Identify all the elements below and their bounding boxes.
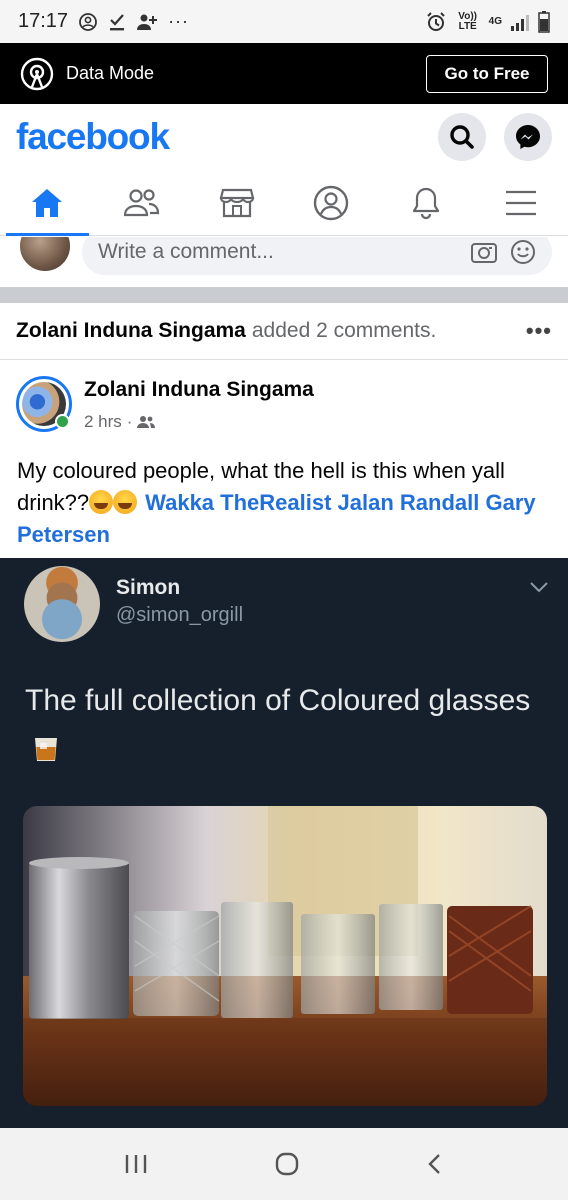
home-icon	[32, 188, 63, 217]
status-more: ···	[168, 11, 190, 31]
app-header: facebook	[0, 104, 568, 170]
battery-icon	[538, 10, 550, 33]
account-circle-icon	[78, 12, 98, 32]
activity-user-link[interactable]: Zolani Induna Singama	[16, 319, 246, 343]
search-icon	[450, 125, 474, 149]
more-options-button[interactable]: •••	[526, 318, 552, 344]
facebook-logo[interactable]: facebook	[16, 116, 170, 158]
tweet-avatar	[24, 566, 100, 642]
main-nav	[0, 170, 568, 236]
marketplace-icon	[219, 188, 255, 217]
post-meta: 2 hrs ·	[84, 412, 156, 432]
status-bar: 17:17 ··· Vo)) LTE 4G	[0, 0, 568, 43]
download-done-icon	[108, 12, 126, 32]
glasses-photo	[23, 806, 547, 1106]
tab-notifications[interactable]	[379, 170, 474, 235]
tweet-body: The full collection of Coloured glasses	[25, 684, 531, 717]
tweet-text: The full collection of Coloured glasses	[25, 676, 545, 776]
emoji-icon[interactable]	[510, 239, 536, 265]
messenger-icon	[516, 125, 540, 149]
tweet-handle: @simon_orgill	[116, 604, 244, 626]
menu-icon	[505, 190, 536, 215]
tab-friends[interactable]	[95, 170, 190, 235]
bell-icon	[412, 187, 440, 219]
comment-row: Write a comment...	[0, 237, 568, 287]
activity-header: Zolani Induna Singama added 2 comments. …	[0, 303, 568, 360]
post-header: Zolani Induna Singama 2 hrs ·	[0, 361, 568, 445]
activity-text: added 2 comments.	[251, 319, 437, 342]
data-mode-icon	[20, 57, 54, 91]
comment-placeholder: Write a comment...	[98, 240, 274, 263]
post-author-name[interactable]: Zolani Induna Singama	[84, 378, 314, 402]
recent-apps-icon[interactable]	[123, 1153, 149, 1175]
data-mode-banner: Data Mode Go to Free	[0, 43, 568, 104]
comment-input[interactable]: Write a comment...	[82, 237, 552, 275]
alarm-icon	[425, 11, 447, 33]
tab-home[interactable]	[0, 170, 95, 236]
volte-indicator: Vo)) LTE	[458, 10, 477, 32]
online-indicator	[55, 414, 70, 429]
system-nav-bar	[0, 1128, 568, 1200]
tab-menu[interactable]	[473, 170, 568, 235]
feed-divider	[0, 287, 568, 303]
avatar[interactable]	[18, 237, 72, 273]
messenger-button[interactable]	[504, 113, 552, 161]
go-to-free-button[interactable]: Go to Free	[426, 54, 548, 93]
author-avatar[interactable]	[16, 376, 72, 432]
status-time: 17:17	[18, 10, 69, 32]
signal-icon	[510, 13, 530, 31]
friends-audience-icon	[137, 416, 156, 428]
rolling-laughing-emoji-icon	[89, 490, 114, 514]
post-text: My coloured people, what the hell is thi…	[0, 445, 568, 558]
post-time[interactable]: 2 hrs	[84, 412, 122, 432]
rolling-laughing-emoji-icon	[113, 490, 138, 514]
tab-marketplace[interactable]	[189, 170, 284, 235]
network-type: 4G	[488, 15, 502, 27]
tab-profile[interactable]	[284, 170, 379, 235]
glasses-photo-illustration	[23, 806, 547, 1106]
add-person-icon	[136, 12, 158, 32]
chevron-down-icon	[530, 582, 548, 593]
tweet-author-name: Simon	[116, 576, 181, 599]
data-mode-title: Data Mode	[66, 63, 155, 83]
camera-icon[interactable]	[470, 240, 498, 264]
meta-dot: ·	[126, 412, 133, 431]
friends-icon	[123, 188, 160, 216]
search-button[interactable]	[438, 113, 486, 161]
profile-icon	[314, 185, 349, 220]
post-image[interactable]: Simon @simon_orgill The full collection …	[0, 558, 568, 1128]
whisky-glass-icon	[35, 738, 57, 761]
home-button-icon[interactable]	[274, 1151, 300, 1177]
back-icon[interactable]	[425, 1152, 445, 1176]
